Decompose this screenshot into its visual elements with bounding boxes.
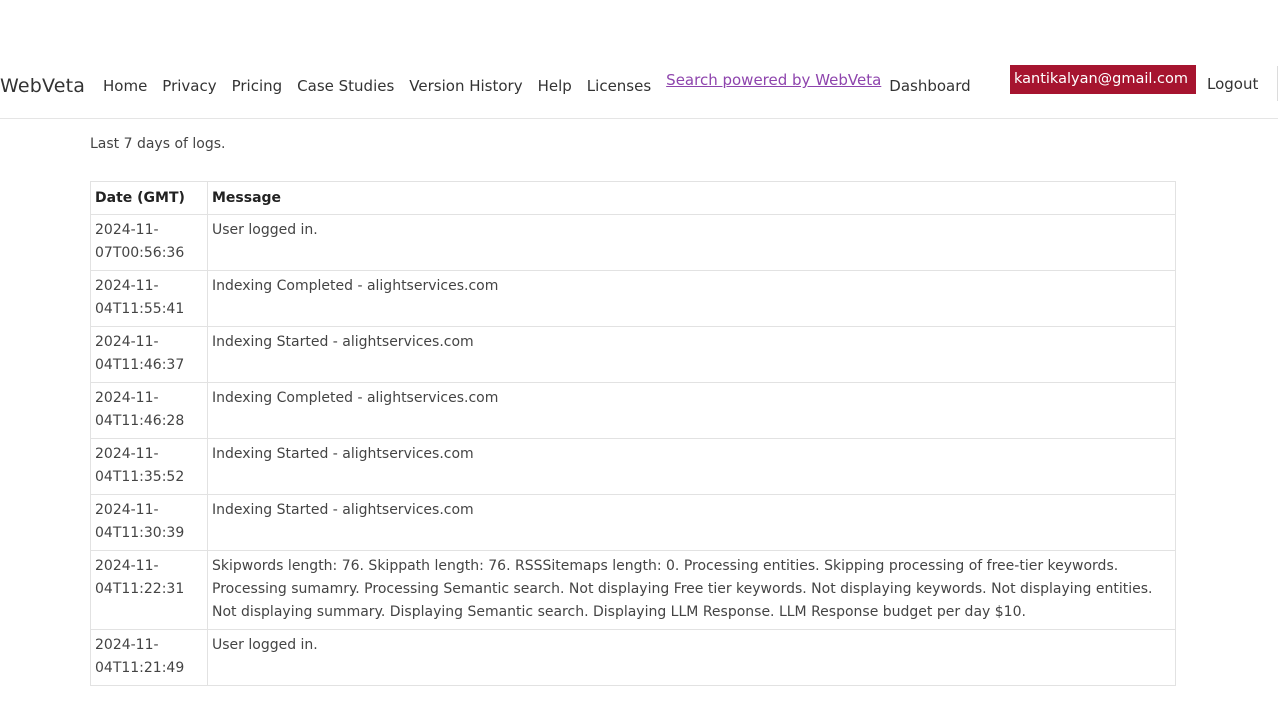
logs-table-header-row: Date (GMT) Message: [90, 181, 1176, 215]
nav-dashboard[interactable]: Dashboard: [889, 77, 970, 95]
table-row: 2024-11-04T11:46:28 Indexing Completed -…: [90, 382, 1176, 439]
log-message-cell: Indexing Started - alightservices.com: [207, 494, 1176, 551]
logout-link[interactable]: Logout: [1207, 75, 1258, 93]
scrollbar-edge: [1277, 66, 1278, 101]
table-row: 2024-11-04T11:30:39 Indexing Started - a…: [90, 494, 1176, 551]
log-date-cell: 2024-11-04T11:21:49: [90, 629, 208, 686]
nav-pricing[interactable]: Pricing: [232, 77, 283, 95]
top-navbar: WebVeta Home Privacy Pricing Case Studie…: [0, 64, 1278, 119]
log-date-cell: 2024-11-04T11:30:39: [90, 494, 208, 551]
table-row: 2024-11-04T11:35:52 Indexing Started - a…: [90, 438, 1176, 495]
log-date-cell: 2024-11-04T11:46:37: [90, 326, 208, 383]
nav-home[interactable]: Home: [103, 77, 147, 95]
log-message-cell: Skipwords length: 76. Skippath length: 7…: [207, 550, 1176, 630]
nav-case-studies[interactable]: Case Studies: [297, 77, 394, 95]
table-row: 2024-11-04T11:46:37 Indexing Started - a…: [90, 326, 1176, 383]
user-email-badge[interactable]: kantikalyan@gmail.com: [1010, 65, 1196, 94]
nav-licenses[interactable]: Licenses: [587, 77, 651, 95]
log-message-cell: Indexing Completed - alightservices.com: [207, 270, 1176, 327]
log-date-cell: 2024-11-04T11:35:52: [90, 438, 208, 495]
table-row: 2024-11-07T00:56:36 User logged in.: [90, 214, 1176, 271]
log-message-cell: Indexing Started - alightservices.com: [207, 326, 1176, 383]
nav-help[interactable]: Help: [538, 77, 572, 95]
log-date-cell: 2024-11-07T00:56:36: [90, 214, 208, 271]
log-date-cell: 2024-11-04T11:55:41: [90, 270, 208, 327]
table-row: 2024-11-04T11:22:31 Skipwords length: 76…: [90, 550, 1176, 630]
nav-privacy[interactable]: Privacy: [162, 77, 216, 95]
nav-links: Home Privacy Pricing Case Studies Versio…: [103, 71, 986, 95]
brand-logo-link[interactable]: WebVeta: [0, 75, 85, 97]
log-message-cell: User logged in.: [207, 214, 1176, 271]
log-date-cell: 2024-11-04T11:46:28: [90, 382, 208, 439]
logs-table: Date (GMT) Message 2024-11-07T00:56:36 U…: [90, 181, 1176, 686]
log-message-cell: Indexing Completed - alightservices.com: [207, 382, 1176, 439]
nav-search-powered-link[interactable]: Search powered by WebVeta: [666, 71, 881, 89]
table-row: 2024-11-04T11:55:41 Indexing Completed -…: [90, 270, 1176, 327]
nav-version-history[interactable]: Version History: [409, 77, 522, 95]
table-row: 2024-11-04T11:21:49 User logged in.: [90, 629, 1176, 686]
log-message-cell: Indexing Started - alightservices.com: [207, 438, 1176, 495]
logs-intro-text: Last 7 days of logs.: [90, 136, 226, 152]
log-date-cell: 2024-11-04T11:22:31: [90, 550, 208, 630]
column-header-message: Message: [207, 181, 1176, 215]
log-message-cell: User logged in.: [207, 629, 1176, 686]
column-header-date: Date (GMT): [90, 181, 208, 215]
